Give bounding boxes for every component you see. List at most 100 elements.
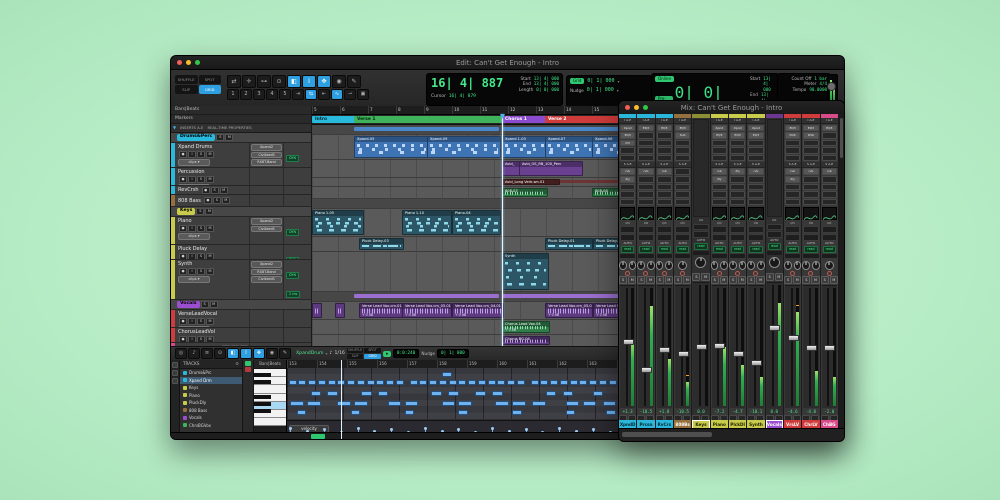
midi-track-item-pluckdly[interactable]: PluckDly [180,399,242,407]
midi-note[interactable] [468,380,476,385]
mute-button[interactable]: M [220,187,228,194]
mute-button[interactable]: M [720,276,728,284]
piano-key-black[interactable] [254,402,271,406]
clip-avid-os-rb-100-perc[interactable]: Avid_OS_RB_100_Perc [519,161,583,176]
ruler-view-label[interactable]: Bars|Beats [171,106,311,115]
track-header-chorusleadvol[interactable]: ChorusLeadVol●ISM [171,328,311,343]
midi-track-dropdown-icon[interactable]: ▾ [326,351,328,356]
eq-curve-display[interactable] [657,207,672,220]
input-path-selector[interactable] [748,226,763,233]
midi-track-item-keys[interactable]: Keys [180,384,242,392]
rtp-chip[interactable]: DYN [286,257,299,259]
mute-button[interactable]: M [210,301,218,308]
midi-note[interactable] [593,391,604,396]
input-path-selector[interactable] [638,226,653,233]
midi-note[interactable] [531,380,539,385]
zoomer-tool[interactable]: ⊙ [214,348,226,359]
midi-note[interactable] [429,380,437,385]
midi-note[interactable] [579,380,587,385]
insert-plugin[interactable]: Xpand2 [251,218,282,225]
midi-note[interactable] [563,391,574,396]
insert-slot-empty[interactable] [730,147,745,154]
mute-button[interactable]: M [628,276,636,284]
midi-note[interactable] [497,380,505,385]
insertion-follows-playback[interactable]: ⇤ [318,89,330,100]
record-enable-button[interactable]: ● [179,318,187,325]
trim-tool[interactable]: ◧ [287,75,301,88]
midi-note[interactable] [376,380,384,385]
midi-note[interactable] [603,401,616,406]
insert-slot-eq3[interactable]: EQ3 [638,125,653,132]
send-slot-rvb[interactable]: rvb [638,168,653,175]
insert-slot-empty[interactable] [657,132,672,139]
insert-slot-eq3[interactable]: EQ3 [748,132,763,139]
mute-button[interactable]: M [206,151,214,158]
pan-knob[interactable] [769,257,780,268]
mode-shuffle[interactable]: SHUFFLE [175,75,198,84]
send-slot-empty[interactable] [675,168,690,175]
clip-chorus-lead-vox-04[interactable]: Chorus Lead Vox.04+ 0 dB [502,321,550,333]
mute-button[interactable]: M [738,276,746,284]
mode-grid[interactable]: GRID [199,85,222,94]
insert-slot-eq3[interactable]: EQ3 [803,125,818,132]
midi-mode-spot[interactable]: SPOT [364,348,381,353]
insert-slot-empty[interactable] [675,155,690,162]
midi-note[interactable] [298,380,306,385]
send-slot-empty[interactable] [785,199,800,206]
insert-slot-empty[interactable] [712,140,727,147]
midi-note[interactable] [589,380,597,385]
send-slot-rvb[interactable]: rvb [822,168,837,175]
midi-track-item-piano[interactable]: Piano [180,392,242,400]
insert-slot-eq3[interactable]: EQ3 [822,125,837,132]
note-value[interactable]: 1/16 [334,351,344,356]
zoom-preset-1[interactable]: 1 [227,89,239,100]
midi-note[interactable] [386,380,394,385]
mute-button[interactable]: M [811,276,819,284]
midi-note[interactable] [431,391,442,396]
solo-button[interactable]: S [197,336,205,342]
send-slot-empty[interactable] [730,176,745,183]
send-slot-dly[interactable]: dly [712,176,727,183]
midi-track-item-xpand-drm[interactable]: Xpand Drm [180,377,242,385]
clip-pluck-delay-01[interactable]: Pluck Delay-01 [545,238,593,250]
clip-xpand-1-03[interactable]: Xpand 1-03 [502,136,547,158]
send-slot-empty[interactable] [803,184,818,191]
send-slot-rvb[interactable]: rvb [803,168,818,175]
insert-plugin[interactable]: Xpand2 [251,144,282,151]
track-header-revcrsh[interactable]: RevCrsh●SM [171,186,311,195]
input-monitor-button[interactable]: I [188,253,196,259]
clip-avid[interactable]: Avid_ [502,161,520,176]
group-assignment-bar[interactable] [620,254,635,258]
send-slot-empty[interactable] [822,184,837,191]
midi-note[interactable] [599,380,607,385]
midi-edge-button[interactable] [172,370,178,376]
automation-mode[interactable]: read [639,246,652,253]
send-slot-empty[interactable] [657,184,672,191]
pan-knob[interactable] [729,261,737,270]
clip[interactable] [312,303,322,318]
clip-verse-lead-vox-cm-05-01[interactable]: Verse Lead Vox.cm_05.01+ 0 dB [545,303,593,318]
track-header-pluck-delay[interactable]: Pluck Delay●ISMDYN8%swing [171,245,311,260]
zoom-preset-4[interactable]: 4 [266,89,278,100]
midi-note[interactable] [442,401,455,406]
automation-mode[interactable]: read [768,243,781,250]
insert-slot-dvb[interactable]: DVb [803,132,818,139]
midi-note[interactable] [307,401,320,406]
track-header-percussion[interactable]: Percussion●ISMwave ▾ [171,168,311,186]
rtp-chip[interactable]: DYN [286,272,299,279]
output-path-selector[interactable] [693,224,708,231]
send-slot-empty[interactable] [803,199,818,206]
fader-area[interactable] [748,285,763,408]
track-header-piano[interactable]: Piano●ISMclips ▾Xpand2CivilizedSDYNDLYsw… [171,217,311,245]
insert-slot-empty[interactable] [638,147,653,154]
insert-slot-empty[interactable] [675,147,690,154]
mute-button[interactable]: M [701,273,709,281]
send-slot-empty[interactable] [620,184,635,191]
pan-knob[interactable] [695,257,706,268]
midi-note[interactable] [458,380,466,385]
insert-slot-eq3[interactable]: EQ3 [730,132,745,139]
midi-grid-value[interactable]: 0:0:240 [393,349,420,358]
insert-slot-xpnd[interactable]: Xpnd [620,125,635,132]
clip-chorus-bg-04[interactable]: Chorus BG-04 [502,336,550,345]
pan-knob[interactable] [711,261,719,270]
